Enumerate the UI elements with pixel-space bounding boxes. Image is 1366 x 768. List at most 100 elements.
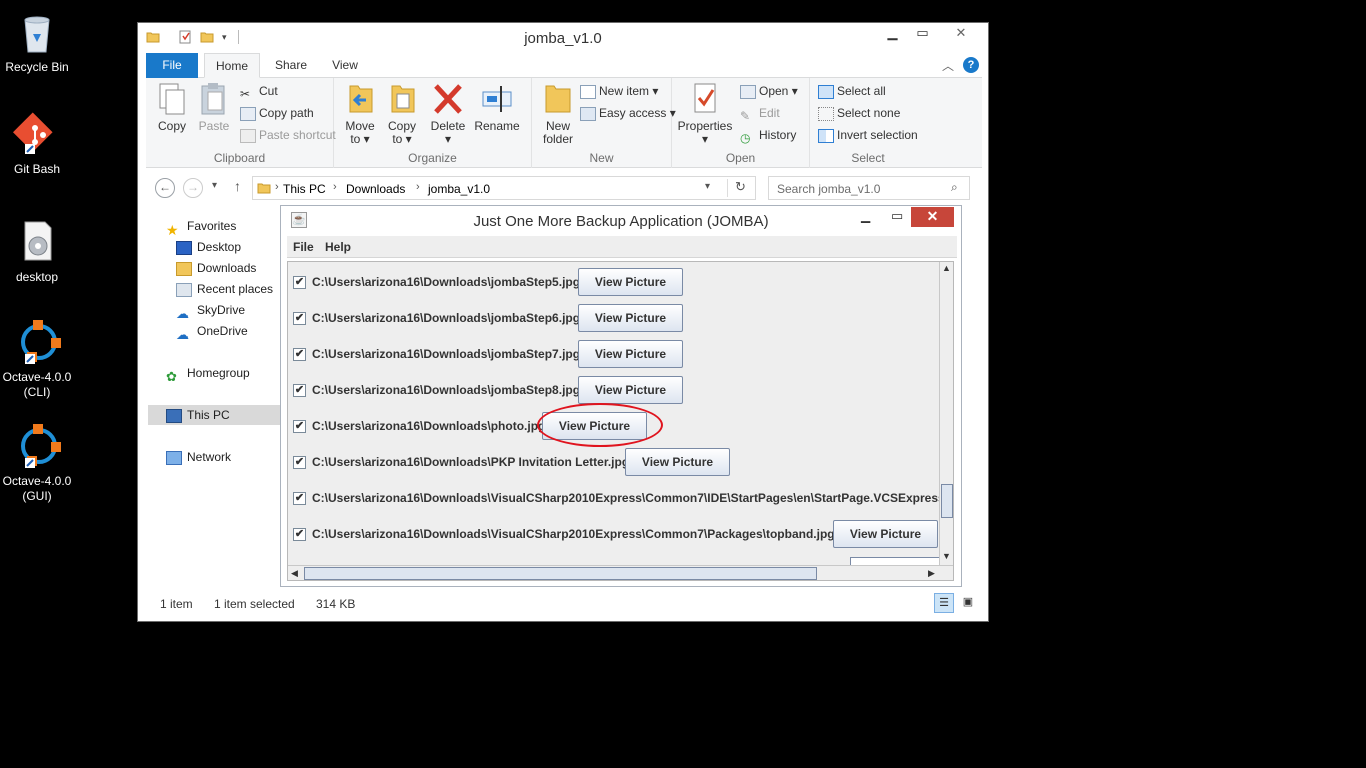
- properties-button[interactable]: Properties ▾: [676, 82, 734, 146]
- breadcrumb-jomba[interactable]: jomba_v1.0: [428, 182, 490, 196]
- view-picture-button[interactable]: View Picture: [578, 340, 683, 368]
- view-picture-button[interactable]: View Picture: [578, 268, 683, 296]
- easy-access-icon: [580, 106, 596, 121]
- nav-desktop[interactable]: Desktop: [176, 237, 241, 257]
- select-all-label: Select all: [837, 84, 886, 98]
- tab-view[interactable]: View: [322, 53, 368, 78]
- minimize-button[interactable]: ▁: [878, 23, 907, 44]
- view-picture-button[interactable]: View Picture: [578, 304, 683, 332]
- new-item-button[interactable]: New item ▾: [580, 82, 658, 102]
- file-checkbox[interactable]: ✔: [293, 276, 306, 289]
- delete-button[interactable]: Delete ▾: [428, 82, 468, 146]
- nav-onedrive[interactable]: ☁ OneDrive: [176, 321, 248, 342]
- desktop-icon-desktop[interactable]: desktop: [0, 218, 74, 285]
- select-none-button[interactable]: Select none: [818, 104, 900, 124]
- new-folder-button[interactable]: New folder: [538, 82, 578, 146]
- breadcrumb-downloads[interactable]: Downloads: [346, 182, 405, 196]
- invert-selection-button[interactable]: Invert selection: [818, 126, 918, 146]
- partial-button: [850, 557, 940, 565]
- refresh-icon[interactable]: ↻: [727, 179, 753, 197]
- nav-label: Recent places: [197, 282, 274, 296]
- file-path: C:\Users\arizona16\Downloads\jombaStep5.…: [312, 275, 581, 289]
- file-checkbox[interactable]: ✔: [293, 492, 306, 505]
- view-picture-button[interactable]: View Picture: [833, 520, 938, 548]
- nav-label: Homegroup: [187, 366, 250, 380]
- paste-button[interactable]: Paste: [194, 82, 234, 133]
- nav-network[interactable]: Network: [166, 447, 231, 467]
- jomba-minimize-button[interactable]: ▁: [861, 209, 870, 223]
- tab-share[interactable]: Share: [266, 53, 316, 78]
- back-button[interactable]: ←: [155, 178, 175, 198]
- forward-button[interactable]: →: [183, 178, 203, 198]
- paste-shortcut-button[interactable]: Paste shortcut: [240, 126, 336, 146]
- file-checkbox[interactable]: ✔: [293, 456, 306, 469]
- copy-path-button[interactable]: Copy path: [240, 104, 314, 124]
- easy-access-button[interactable]: Easy access ▾: [580, 104, 676, 124]
- nav-homegroup[interactable]: ✿ Homegroup: [166, 363, 250, 384]
- invert-selection-label: Invert selection: [837, 128, 918, 142]
- file-checkbox[interactable]: ✔: [293, 348, 306, 361]
- menu-help[interactable]: Help: [325, 240, 351, 254]
- move-to-button[interactable]: Move to ▾: [340, 82, 380, 146]
- rename-button[interactable]: Rename: [472, 82, 522, 133]
- scroll-thumb[interactable]: [941, 484, 953, 518]
- ribbon-tabs: File Home Share View ︿ ?: [146, 53, 982, 78]
- address-dropdown-icon[interactable]: ▾: [705, 181, 710, 192]
- scroll-right-icon[interactable]: ▶: [928, 568, 935, 579]
- search-input[interactable]: Search jomba_v1.0 ⌕: [768, 176, 970, 200]
- copy-to-button[interactable]: Copy to ▾: [382, 82, 422, 146]
- jomba-maximize-button[interactable]: ▭: [891, 208, 903, 224]
- file-checkbox[interactable]: ✔: [293, 420, 306, 433]
- view-picture-button[interactable]: View Picture: [578, 376, 683, 404]
- horizontal-scrollbar[interactable]: ◀ ▶: [288, 565, 953, 580]
- breadcrumb-this-pc[interactable]: This PC: [283, 182, 326, 196]
- close-button[interactable]: ✕: [938, 23, 984, 44]
- nav-recent-places[interactable]: Recent places: [176, 279, 273, 299]
- vertical-scrollbar[interactable]: ▲ ▼: [939, 262, 953, 565]
- explorer-titlebar: ▾ jomba_v1.0 ▁ ▭ ✕: [138, 23, 988, 53]
- nav-skydrive[interactable]: ☁ SkyDrive: [176, 300, 245, 321]
- scroll-thumb[interactable]: [304, 567, 817, 580]
- desktop-icon-git-bash[interactable]: Git Bash: [0, 110, 74, 177]
- selected-count: 1 item selected: [214, 597, 295, 611]
- copy-button[interactable]: Copy: [152, 82, 192, 133]
- copy-to-icon: [386, 82, 418, 116]
- file-checkbox[interactable]: ✔: [293, 528, 306, 541]
- tab-home[interactable]: Home: [204, 53, 260, 78]
- cut-button[interactable]: ✂ Cut: [240, 82, 278, 102]
- desktop-icon-octave-cli[interactable]: Octave-4.0.0 (CLI): [0, 318, 74, 400]
- search-icon[interactable]: ⌕: [951, 180, 958, 195]
- nav-this-pc[interactable]: This PC: [148, 405, 281, 425]
- file-checkbox[interactable]: ✔: [293, 312, 306, 325]
- file-path: C:\Users\arizona16\Downloads\jombaStep7.…: [312, 347, 581, 361]
- nav-downloads[interactable]: Downloads: [176, 258, 256, 278]
- jomba-close-button[interactable]: ✕: [911, 207, 954, 227]
- help-icon[interactable]: ?: [963, 57, 979, 73]
- scroll-down-icon[interactable]: ▼: [942, 551, 951, 561]
- open-button[interactable]: Open ▾: [740, 82, 798, 102]
- git-icon: [12, 110, 61, 158]
- file-path: C:\Users\arizona16\Downloads\jombaStep6.…: [312, 311, 581, 325]
- ribbon: Copy Paste ✂ Cut Copy path Paste shortcut…: [146, 78, 982, 168]
- edit-button[interactable]: ✎ Edit: [740, 104, 780, 124]
- desktop-icon-label: Octave-4.0.0 (CLI): [2, 370, 72, 399]
- history-button[interactable]: ◷ History: [740, 126, 796, 146]
- scroll-left-icon[interactable]: ◀: [291, 568, 298, 579]
- file-checkbox[interactable]: ✔: [293, 384, 306, 397]
- nav-favorites[interactable]: ★ Favorites: [166, 216, 236, 238]
- menu-file[interactable]: File: [293, 240, 314, 254]
- select-all-button[interactable]: Select all: [818, 82, 886, 102]
- large-icons-view-icon[interactable]: ▣: [958, 593, 978, 613]
- tab-file[interactable]: File: [146, 53, 198, 78]
- details-view-icon[interactable]: ☰: [934, 593, 954, 613]
- collapse-ribbon-icon[interactable]: ︿: [942, 57, 954, 74]
- up-button[interactable]: ↑: [234, 178, 241, 194]
- maximize-button[interactable]: ▭: [908, 23, 937, 44]
- view-picture-button[interactable]: View Picture: [625, 448, 730, 476]
- copy-to-label-2: to ▾: [392, 132, 412, 146]
- scroll-up-icon[interactable]: ▲: [942, 263, 951, 273]
- desktop-icon-recycle-bin[interactable]: Recycle Bin: [0, 8, 74, 75]
- recent-locations-icon[interactable]: ▾: [212, 180, 217, 191]
- address-bar[interactable]: › This PC › Downloads › jomba_v1.0 ▾ ↻: [252, 176, 756, 200]
- desktop-icon-octave-gui[interactable]: Octave-4.0.0 (GUI): [0, 422, 74, 504]
